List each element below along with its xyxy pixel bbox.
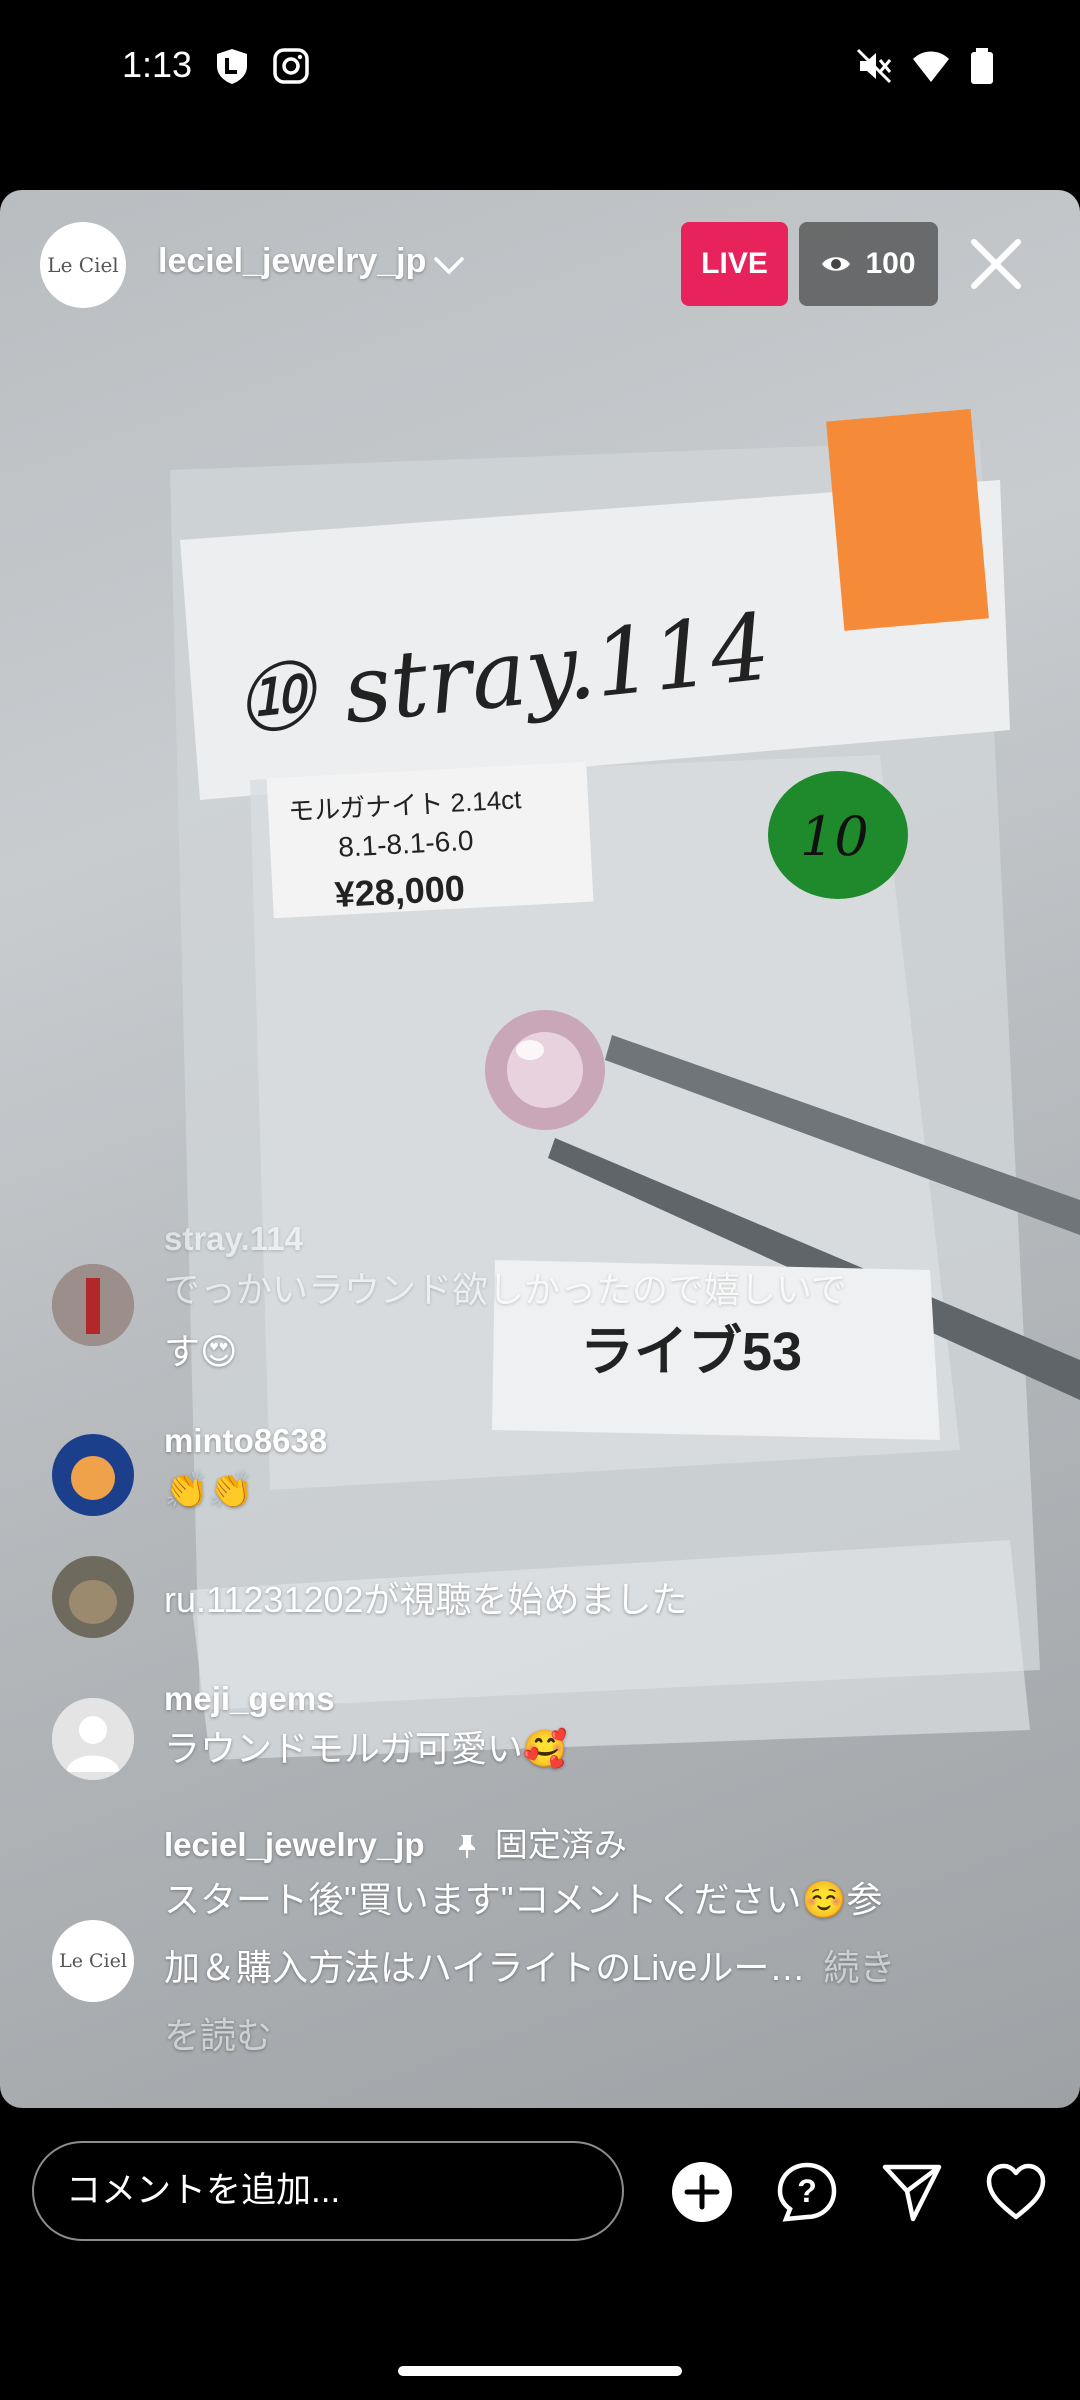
join-notice: ru.11231202が視聴を始めました — [52, 1556, 952, 1656]
comment-text-line2: 加＆購入方法はハイライトのLiveルー… — [164, 1947, 806, 1988]
join-notice-text: ru.11231202が視聴を始めました — [164, 1579, 688, 1620]
comment-item[interactable]: stray.114 でっかいラウンド欲しかったので嬉しいで す😍 — [52, 1220, 952, 1406]
comment-text-continued: す😍 — [164, 1331, 238, 1372]
chevron-down-icon[interactable] — [432, 248, 466, 282]
comment-text-continued: 加＆購入方法はハイライトのLiveルー… 続き — [164, 1934, 964, 2002]
heart-icon[interactable] — [985, 2161, 1047, 2223]
status-time: 1:13 — [122, 44, 193, 85]
close-icon[interactable] — [966, 234, 1026, 294]
host-avatar[interactable]: Le Ciel — [40, 222, 126, 308]
question-icon[interactable]: ? — [776, 2161, 838, 2223]
comment-text: 👏👏 — [164, 1469, 254, 1510]
orange-tag — [826, 409, 989, 631]
avatar — [52, 1434, 134, 1516]
live-badge: LIVE — [681, 222, 788, 306]
comment-text: ラウンドモルガ可愛い🥰 — [164, 1728, 568, 1769]
svg-text:?: ? — [797, 2173, 817, 2209]
pinned-label: 固定済み — [494, 1826, 627, 1863]
read-more-link-continued[interactable]: を読む — [164, 2002, 964, 2070]
read-more-link[interactable]: 続き — [823, 1947, 895, 1988]
status-bar: 1:13 — [0, 0, 1080, 135]
add-icon[interactable] — [671, 2161, 733, 2223]
comment-username[interactable]: stray.114 — [164, 1220, 964, 1258]
live-video[interactable]: ⑩ stray.114 モルガナイト 2.14ct 8.1-8.1-6.0 ¥2… — [0, 190, 1080, 2108]
avatar-logo: Le Ciel — [59, 1950, 127, 1972]
avatar — [52, 1264, 134, 1346]
avatar: Le Ciel — [52, 1920, 134, 2002]
viewer-count: 100 — [865, 247, 916, 280]
avatar-logo: Le Ciel — [47, 253, 119, 277]
pin-icon — [458, 1835, 475, 1858]
comment-text: でっかいラウンド欲しかったので嬉しいで — [164, 1269, 847, 1310]
comment-username[interactable]: leciel_jewelry_jp — [164, 1826, 425, 1863]
avatar — [52, 1556, 134, 1638]
comment-username[interactable]: meji_gems — [164, 1680, 964, 1718]
sticker-number: 10 — [800, 805, 869, 868]
wifi-icon — [913, 51, 949, 82]
comment-item[interactable]: minto8638 👏👏 — [52, 1422, 952, 1532]
viewer-count-badge[interactable]: 100 — [799, 222, 938, 306]
avatar — [52, 1698, 134, 1780]
home-indicator[interactable] — [398, 2366, 682, 2376]
comment-input[interactable]: コメントを追加... — [32, 2141, 624, 2241]
battery-icon — [971, 48, 993, 84]
host-username[interactable]: leciel_jewelry_jp — [158, 242, 426, 281]
price-tag-price: ¥28,000 — [334, 867, 466, 915]
pinned-comment[interactable]: Le Ciel leciel_jewelry_jp 固定済み スタート後"買いま… — [52, 1818, 952, 2058]
send-icon[interactable] — [881, 2161, 943, 2223]
comment-text: スタート後"買います"コメントください☺️参 — [164, 1879, 883, 1920]
comment-username-row: leciel_jewelry_jp 固定済み — [164, 1818, 964, 1866]
comment-item[interactable]: meji_gems ラウンドモルガ可愛い🥰 — [52, 1680, 952, 1800]
instagram-icon — [273, 48, 309, 84]
comment-username[interactable]: minto8638 — [164, 1422, 964, 1460]
pinned-indicator: 固定済み — [456, 1826, 627, 1863]
mute-icon — [856, 48, 892, 84]
shield-icon — [217, 49, 247, 84]
eye-icon — [822, 257, 851, 271]
